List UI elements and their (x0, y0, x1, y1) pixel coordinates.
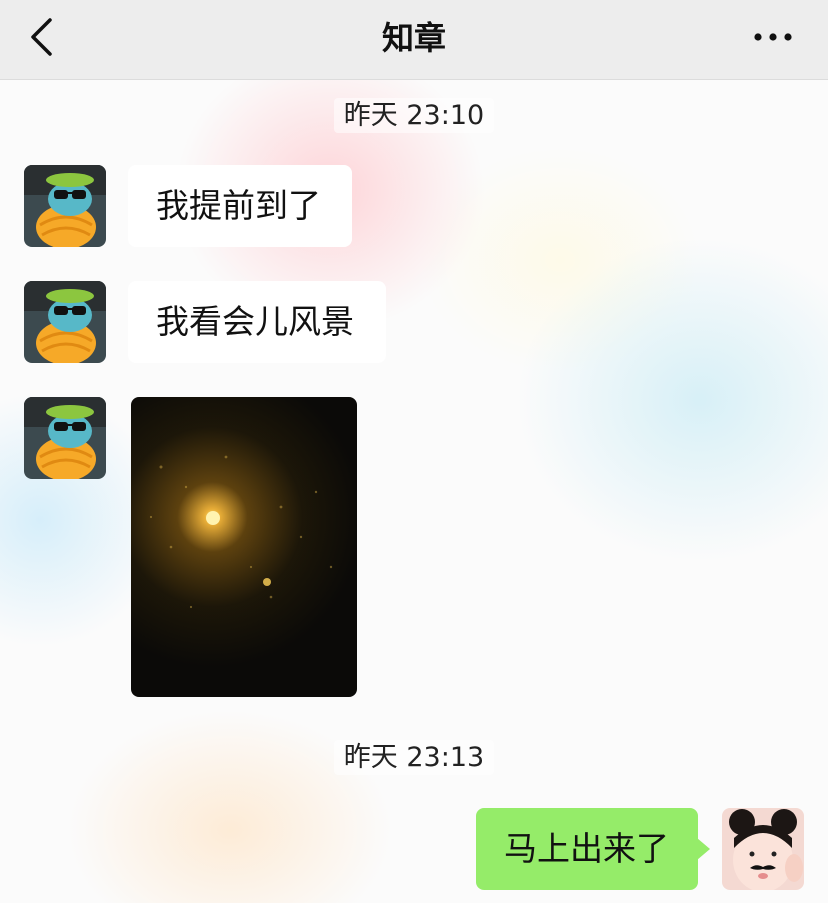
chat-title: 知章 (381, 19, 446, 57)
navigation-bar: 知章 (0, 0, 828, 80)
turtle-avatar-icon (24, 397, 106, 479)
ellipsis-icon (754, 33, 792, 41)
turtle-avatar-icon (24, 165, 106, 247)
message-text: 马上出来了 (504, 829, 669, 868)
contact-avatar[interactable] (24, 281, 106, 363)
contact-avatar[interactable] (24, 165, 106, 247)
my-avatar[interactable] (722, 808, 804, 890)
turtle-avatar-icon (24, 281, 106, 363)
child-face-avatar-icon (722, 808, 804, 890)
contact-avatar[interactable] (24, 397, 106, 479)
timestamp-text: 昨天 23:13 (333, 740, 495, 775)
message-bubble[interactable]: 我看会儿风景 (128, 281, 386, 363)
my-message-bubble[interactable]: 马上出来了 (476, 808, 710, 890)
message-timestamp: 昨天 23:10 (0, 93, 828, 133)
message-text: 我提前到了 (156, 186, 321, 225)
message-timestamp: 昨天 23:13 (0, 735, 828, 775)
more-options-button[interactable] (750, 22, 800, 52)
timestamp-text: 昨天 23:10 (333, 98, 495, 133)
night-street-lamp-photo (149, 455, 333, 609)
message-bubble[interactable]: 我提前到了 (128, 165, 352, 247)
photo-message[interactable] (131, 397, 357, 697)
message-text: 我看会儿风景 (156, 302, 354, 341)
